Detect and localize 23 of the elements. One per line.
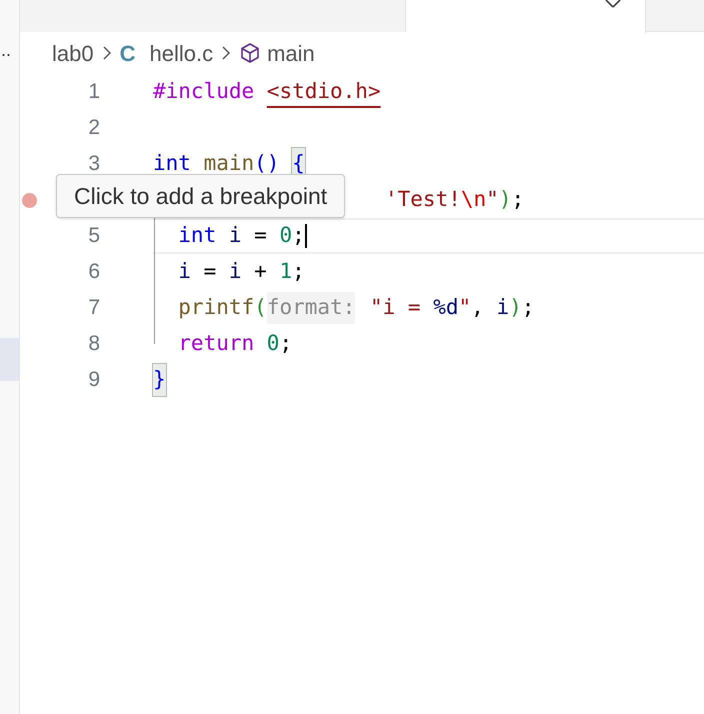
line-number: 6 [88, 259, 100, 286]
line-number: 5 [88, 223, 100, 250]
breadcrumb-item[interactable]: main [267, 36, 315, 70]
line-number: 2 [88, 115, 100, 142]
code-line: int i = 0; [177, 222, 305, 250]
line-number: 9 [88, 367, 100, 394]
breadcrumb-item[interactable]: hello.c [149, 36, 214, 70]
code-line: return 0; [177, 330, 292, 358]
line-number: 1 [88, 79, 100, 106]
chevron-right-icon [221, 45, 232, 61]
breakpoint-tooltip: Click to add a breakpoint [56, 174, 346, 218]
text-cursor [304, 224, 307, 248]
code-line: 'Test!\n"); [385, 186, 524, 214]
cube-icon [239, 42, 262, 64]
code-line: printf(format: "i = %d", i); [153, 292, 534, 324]
code-line: i = i + 1; [177, 258, 305, 286]
overflow-label[interactable]: ... [0, 40, 19, 60]
c-file-icon: C [120, 36, 136, 70]
breadcrumb-item[interactable]: lab0 [52, 36, 94, 70]
chevron-right-icon [102, 45, 112, 61]
line-number: 7 [88, 295, 100, 322]
code-line: #include <stdio.h> [153, 78, 381, 106]
line-number: 8 [88, 331, 100, 358]
